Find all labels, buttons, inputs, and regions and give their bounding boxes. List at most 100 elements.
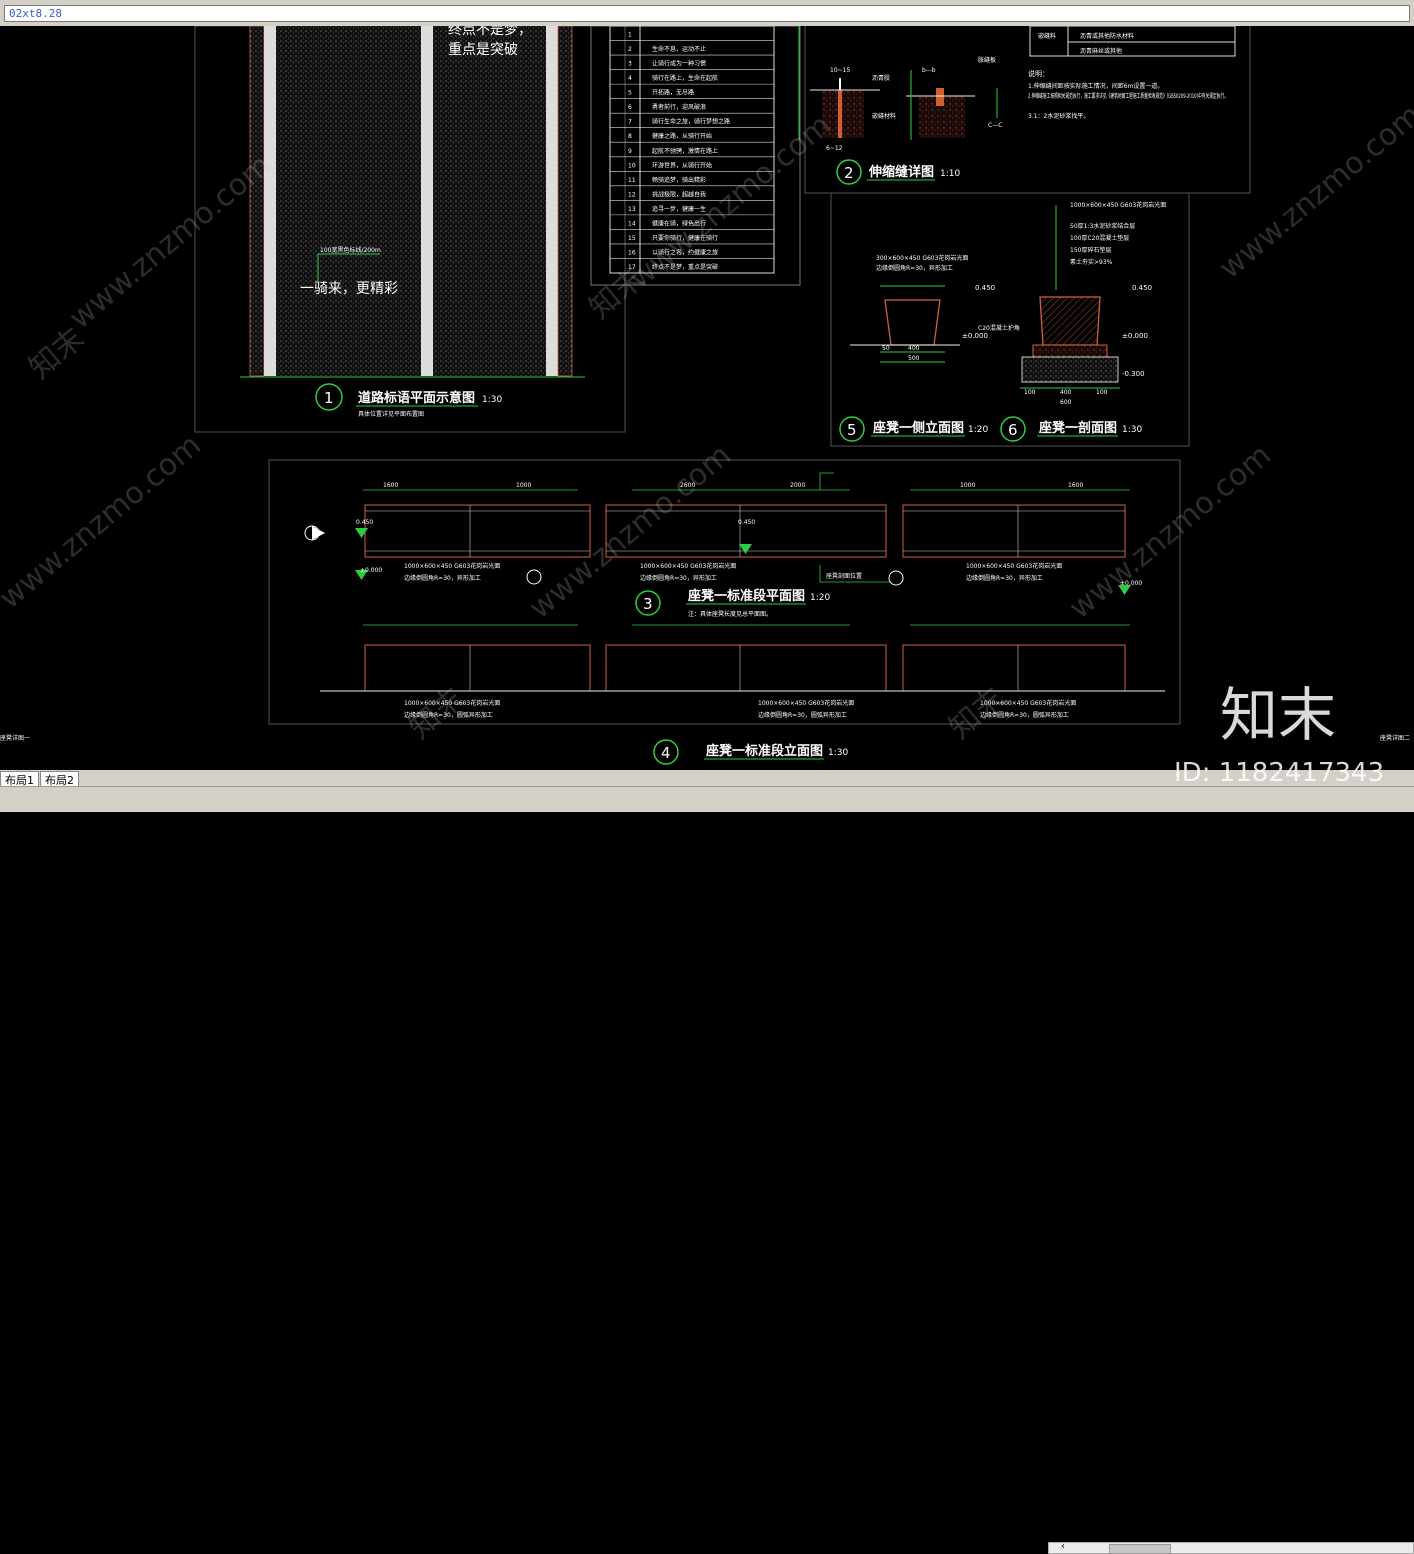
- title2-num: 2: [844, 164, 854, 182]
- watermark-layer: 知末 www.znzmo.com 知末 www.znzmo.com www.zn…: [0, 98, 1414, 747]
- plan-mark-a2: 0.450: [738, 519, 755, 526]
- elev-label-2a: 1000×600×450 G603花岗岩光面: [758, 699, 854, 707]
- joint-dim-side: 6~12: [826, 145, 843, 152]
- table-row-num: 15: [628, 235, 636, 242]
- elev-b-sec: ±0.000: [1122, 332, 1148, 340]
- table-row-text: 让骑行成为一种习惯: [652, 60, 706, 68]
- elev-b-side: ±0.000: [962, 332, 988, 340]
- plan-label-2a: 1000×600×450 G603花岗岩光面: [640, 562, 736, 570]
- panel-road-slogan: 终点不是梦， 重点是突破 一骑来，更精彩 100宽黑色标线/200m 1 道路标…: [194, 26, 626, 433]
- dim-sec-1: 400: [1060, 389, 1072, 396]
- joint-material2: 嵌缝材料: [872, 112, 896, 120]
- title3-num: 3: [643, 595, 653, 613]
- plan-dim-4: 1000: [960, 482, 975, 489]
- table-row-num: 7: [628, 119, 632, 126]
- legend-row-2: 沥青麻丝或其他: [1080, 47, 1122, 55]
- plan-mark-a1: 0.450: [356, 519, 373, 526]
- command-text: 02xt8.28: [9, 7, 62, 20]
- plan-section-label: 座凳剖面位置: [826, 572, 862, 580]
- plan-dim-5: 1600: [1068, 482, 1083, 489]
- road-slogan-2: 重点是突破: [448, 42, 518, 58]
- table-row-num: 10: [628, 162, 636, 169]
- elev-a-sec: 0.450: [1132, 284, 1152, 292]
- table-row-text: 畅骑追梦，骑出精彩: [652, 176, 706, 184]
- plan-label-3b: 边缘倒圆角R=30，异形加工: [966, 574, 1043, 582]
- notes-title: 说明：: [1028, 69, 1049, 78]
- title6-num: 6: [1008, 421, 1018, 439]
- horizontal-scrollbar[interactable]: ‹: [1048, 1541, 1414, 1554]
- seat-layer-1: 50厚1:3水泥砂浆结合层: [1070, 222, 1135, 230]
- seat-layer-2: 100厚C20混凝土垫层: [1070, 234, 1129, 242]
- table-row-text: 开拓路，无尽路: [652, 89, 694, 97]
- note-1: 1.伸缩缝间距按实际施工情况，间距6m设置一道。: [1028, 82, 1163, 90]
- table-row-num: 6: [628, 104, 632, 111]
- command-input[interactable]: 02xt8.28: [4, 5, 1410, 22]
- scroll-left-icon[interactable]: ‹: [1061, 1541, 1065, 1552]
- title3-scale: 1:20: [810, 593, 830, 603]
- title3-text: 座凳一标准段平面图: [687, 588, 805, 604]
- title1-text: 道路标语平面示意图: [358, 390, 475, 406]
- title2-scale: 1:10: [940, 169, 960, 179]
- table-row-text: 起航不驰骋，激情在路上: [652, 147, 718, 155]
- watermark-url-6: www.znzmo.com: [1063, 438, 1278, 627]
- road-slogan-1: 终点不是梦，: [448, 26, 532, 38]
- title1-sub: 具体位置详见平面布置图: [358, 410, 424, 418]
- dim-sec-3: 600: [1060, 399, 1072, 406]
- dim-side-1: 400: [908, 345, 920, 352]
- tab-layout1[interactable]: 布局1: [0, 771, 39, 787]
- watermark-id: ID: 1182417343: [1174, 758, 1385, 788]
- seat-layer-4: 素土夯实>93%: [1070, 258, 1113, 266]
- note-2: 2.伸缩缝施工按照相关规范执行，施工要求详见《建筑地面工程施工质量验收规范》(G…: [1028, 92, 1228, 100]
- note-3: 3.1：2水泥砂浆找平。: [1028, 112, 1089, 120]
- cad-model-space[interactable]: 终点不是梦， 重点是突破 一骑来，更精彩 100宽黑色标线/200m 1 道路标…: [0, 26, 1414, 770]
- table-row-num: 4: [628, 75, 632, 82]
- road-note: 100宽黑色标线/200m: [320, 246, 381, 254]
- table-row-text: 骑行生命之旅，骑行梦想之路: [652, 118, 730, 126]
- joint-material3: 胀缝板: [978, 56, 996, 64]
- status-bar: [0, 786, 1414, 812]
- table-row-num: 16: [628, 249, 636, 256]
- dim-sec-0: 100: [1024, 389, 1036, 396]
- table-row-num: 14: [628, 220, 636, 227]
- table-row-text: 环游世界，从骑行开始: [652, 161, 712, 169]
- plan-dim-0: 1600: [383, 482, 398, 489]
- table-row-text: 骑行在路上，生命在起航: [652, 74, 718, 82]
- left-cut-label: 座凳详图一: [0, 734, 30, 742]
- plan-label-3a: 1000×600×450 G603花岗岩光面: [966, 562, 1062, 570]
- watermark-url-4: www.znzmo.com: [0, 428, 208, 617]
- table-row-num: 12: [628, 191, 636, 198]
- title5-text: 座凳一侧立面图: [872, 420, 964, 436]
- elev-c-sec: -0.300: [1122, 370, 1145, 378]
- table-row-text: 挑战极限，超越自我: [652, 190, 706, 198]
- title6-scale: 1:30: [1122, 425, 1142, 435]
- table-row-text: 健康之路，从骑行开始: [652, 132, 712, 140]
- watermark-url-3: www.znzmo.com: [1213, 98, 1414, 287]
- table-row-num: 2: [628, 46, 632, 53]
- tab-layout2[interactable]: 布局2: [40, 771, 79, 787]
- plan-mark-b1: ±0.000: [360, 567, 382, 574]
- plan-label-1a: 1000×600×450 G603花岗岩光面: [404, 562, 500, 570]
- joint-label-b: b—b: [922, 67, 936, 74]
- dim-sec-2: 100: [1096, 389, 1108, 396]
- plan-dim-3: 2000: [790, 482, 805, 489]
- table-row-text: 生命不息，运动不止: [652, 45, 706, 53]
- table-row-num: 13: [628, 206, 636, 213]
- right-cut-label: 座凳详图二: [1380, 734, 1410, 742]
- road-slogan-3: 一骑来，更精彩: [300, 281, 398, 297]
- plan-label-1b: 边缘倒圆角R=30，异形加工: [404, 574, 481, 582]
- title4-text: 座凳一标准段立面图: [705, 743, 823, 759]
- watermark-url-1: www.znzmo.com: [63, 148, 278, 337]
- dim-side-0: 50: [882, 345, 890, 352]
- table-row-num: 8: [628, 133, 632, 140]
- plan-dim-1: 1000: [516, 482, 531, 489]
- scroll-thumb[interactable]: [1109, 1544, 1171, 1554]
- dim-side-3: 500: [908, 355, 920, 362]
- title3-sub: 注：具体座凳长度见总平面图。: [688, 610, 772, 618]
- legend-row-1: 沥青或其他防水材料: [1080, 32, 1134, 40]
- table-row-num: 1: [628, 32, 632, 39]
- plan-label-2b: 边缘倒圆角R=30，异形加工: [640, 574, 717, 582]
- title1-num: 1: [324, 389, 334, 407]
- table-row-num: 11: [628, 177, 636, 184]
- elev-a-side: 0.450: [975, 284, 995, 292]
- panel-joint-detail: 10~15 b—b 沥青胶 嵌缝材料 胀缝板 6~12 C—C 2 伸缩缝详图 …: [798, 26, 1251, 194]
